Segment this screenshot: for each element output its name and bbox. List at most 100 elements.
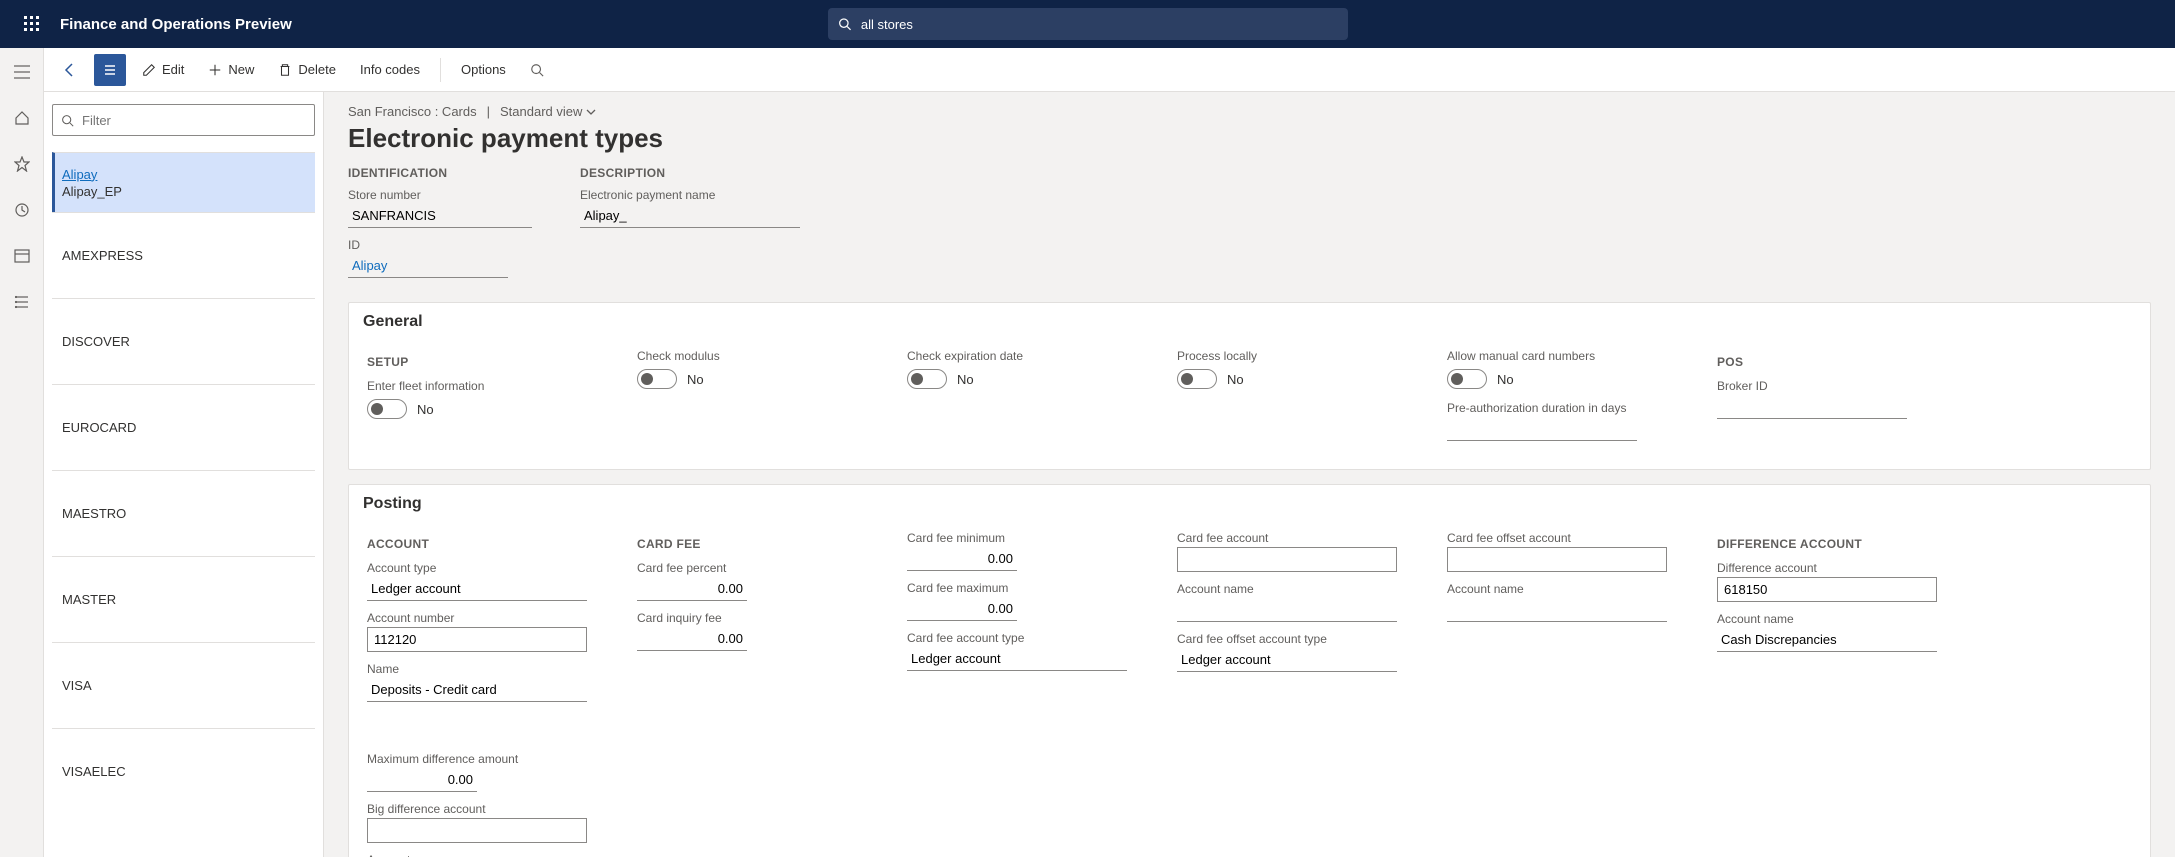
- new-label: New: [228, 62, 254, 77]
- options-button[interactable]: Options: [453, 58, 514, 81]
- search-icon: [61, 114, 74, 127]
- preauth-label: Pre-authorization duration in days: [1447, 401, 1677, 415]
- name-input[interactable]: [367, 678, 587, 702]
- info-codes-label: Info codes: [360, 62, 420, 77]
- global-search: [828, 8, 1348, 40]
- list-item-primary: DISCOVER: [62, 334, 305, 349]
- card-fee-acct-type-input[interactable]: [907, 647, 1127, 671]
- id-input[interactable]: [348, 254, 508, 278]
- filter-box[interactable]: [52, 104, 315, 136]
- card-fee-offset-type-input[interactable]: [1177, 648, 1397, 672]
- list-pane: Alipay Alipay_EP AMEXPRESS DISCOVER EURO…: [44, 92, 324, 857]
- list-item-primary: EUROCARD: [62, 420, 305, 435]
- id-label: ID: [348, 238, 532, 252]
- identification-header: IDENTIFICATION: [348, 166, 532, 180]
- home-icon[interactable]: [0, 102, 44, 134]
- enter-fleet-label: Enter fleet information: [367, 379, 597, 393]
- process-locally-toggle[interactable]: No: [1177, 369, 1407, 389]
- search-box[interactable]: [828, 8, 1348, 40]
- card-fee-min-input[interactable]: [907, 547, 1017, 571]
- allow-manual-state: No: [1497, 372, 1514, 387]
- enter-fleet-toggle[interactable]: No: [367, 399, 597, 419]
- card-fee-account-name-label: Account name: [1177, 582, 1407, 596]
- big-diff-input[interactable]: [367, 818, 587, 843]
- card-fee-account-label: Card fee account: [1177, 531, 1407, 545]
- check-expiration-toggle[interactable]: No: [907, 369, 1137, 389]
- topbar: Finance and Operations Preview: [0, 0, 2175, 48]
- diff-account-header: DIFFERENCE ACCOUNT: [1717, 537, 1947, 551]
- check-modulus-toggle[interactable]: No: [637, 369, 867, 389]
- big-diff-label: Big difference account: [367, 802, 597, 816]
- max-diff-input[interactable]: [367, 768, 477, 792]
- list-item-primary: MASTER: [62, 592, 305, 607]
- waffle-icon[interactable]: [8, 0, 56, 48]
- find-button[interactable]: [522, 59, 552, 81]
- back-button[interactable]: [54, 54, 86, 86]
- posting-header[interactable]: Posting: [349, 485, 2150, 523]
- delete-button[interactable]: Delete: [270, 58, 344, 81]
- view-selector[interactable]: Standard view: [500, 104, 596, 119]
- list-item-primary: VISA: [62, 678, 305, 693]
- allow-manual-toggle[interactable]: No: [1447, 369, 1677, 389]
- new-button[interactable]: New: [200, 58, 262, 81]
- broker-id-input[interactable]: [1717, 395, 1907, 419]
- card-fee-max-input[interactable]: [907, 597, 1017, 621]
- card-fee-account-name-input[interactable]: [1177, 598, 1397, 622]
- list-item[interactable]: MAESTRO: [52, 470, 315, 556]
- enter-fleet-state: No: [417, 402, 434, 417]
- list-item[interactable]: DISCOVER: [52, 298, 315, 384]
- list-item[interactable]: Alipay Alipay_EP: [52, 152, 315, 212]
- general-header[interactable]: General: [349, 303, 2150, 341]
- card-fee-account-input[interactable]: [1177, 547, 1397, 572]
- list-item[interactable]: VISA: [52, 642, 315, 728]
- recent-icon[interactable]: [0, 194, 44, 226]
- list-item-primary: MAESTRO: [62, 506, 305, 521]
- trash-icon: [278, 63, 292, 77]
- search-icon: [530, 63, 544, 77]
- card-inquiry-input[interactable]: [637, 627, 747, 651]
- name-label: Name: [367, 662, 597, 676]
- check-expiration-label: Check expiration date: [907, 349, 1137, 363]
- diff-account-label: Difference account: [1717, 561, 1947, 575]
- list-item[interactable]: EUROCARD: [52, 384, 315, 470]
- view-label: Standard view: [500, 104, 582, 119]
- filter-input[interactable]: [80, 112, 306, 129]
- store-number-input[interactable]: [348, 204, 532, 228]
- search-icon: [838, 17, 851, 31]
- options-label: Options: [461, 62, 506, 77]
- edit-button[interactable]: Edit: [134, 58, 192, 81]
- card-fee-offset-name-input[interactable]: [1447, 598, 1667, 622]
- diff-account-input[interactable]: [1717, 577, 1937, 602]
- delete-label: Delete: [298, 62, 336, 77]
- list-item[interactable]: AMEXPRESS: [52, 212, 315, 298]
- account-type-input[interactable]: [367, 577, 587, 601]
- breadcrumb: San Francisco : Cards | Standard view: [348, 104, 2151, 119]
- list-item-primary: VISAELEC: [62, 764, 305, 779]
- check-modulus-label: Check modulus: [637, 349, 867, 363]
- posting-panel: Posting ACCOUNT Account type: [348, 484, 2151, 857]
- page-title: Electronic payment types: [348, 123, 2151, 154]
- card-fee-percent-input[interactable]: [637, 577, 747, 601]
- preauth-input[interactable]: [1447, 417, 1637, 441]
- list-item-secondary: Alipay_EP: [62, 184, 305, 199]
- breadcrumb-text: San Francisco : Cards: [348, 104, 477, 119]
- star-icon[interactable]: [0, 148, 44, 180]
- product-title: Finance and Operations Preview: [60, 16, 292, 33]
- list-view-button[interactable]: [94, 54, 126, 86]
- list-item[interactable]: MASTER: [52, 556, 315, 642]
- card-fee-min-label: Card fee minimum: [907, 531, 1137, 545]
- card-fee-offset-label: Card fee offset account: [1447, 531, 1677, 545]
- big-diff-name-label: Account name: [367, 853, 597, 857]
- info-codes-button[interactable]: Info codes: [352, 58, 428, 81]
- modules-icon[interactable]: [0, 286, 44, 318]
- card-fee-offset-input[interactable]: [1447, 547, 1667, 572]
- account-number-input[interactable]: [367, 627, 587, 652]
- workspace-icon[interactable]: [0, 240, 44, 272]
- broker-id-label: Broker ID: [1717, 379, 1947, 393]
- list-item[interactable]: VISAELEC: [52, 728, 315, 814]
- search-input[interactable]: [859, 16, 1338, 33]
- action-bar: Edit New Delete Info codes Options: [44, 48, 2175, 92]
- hamburger-icon[interactable]: [0, 56, 44, 88]
- ep-name-input[interactable]: [580, 204, 800, 228]
- diff-account-name-input[interactable]: [1717, 628, 1937, 652]
